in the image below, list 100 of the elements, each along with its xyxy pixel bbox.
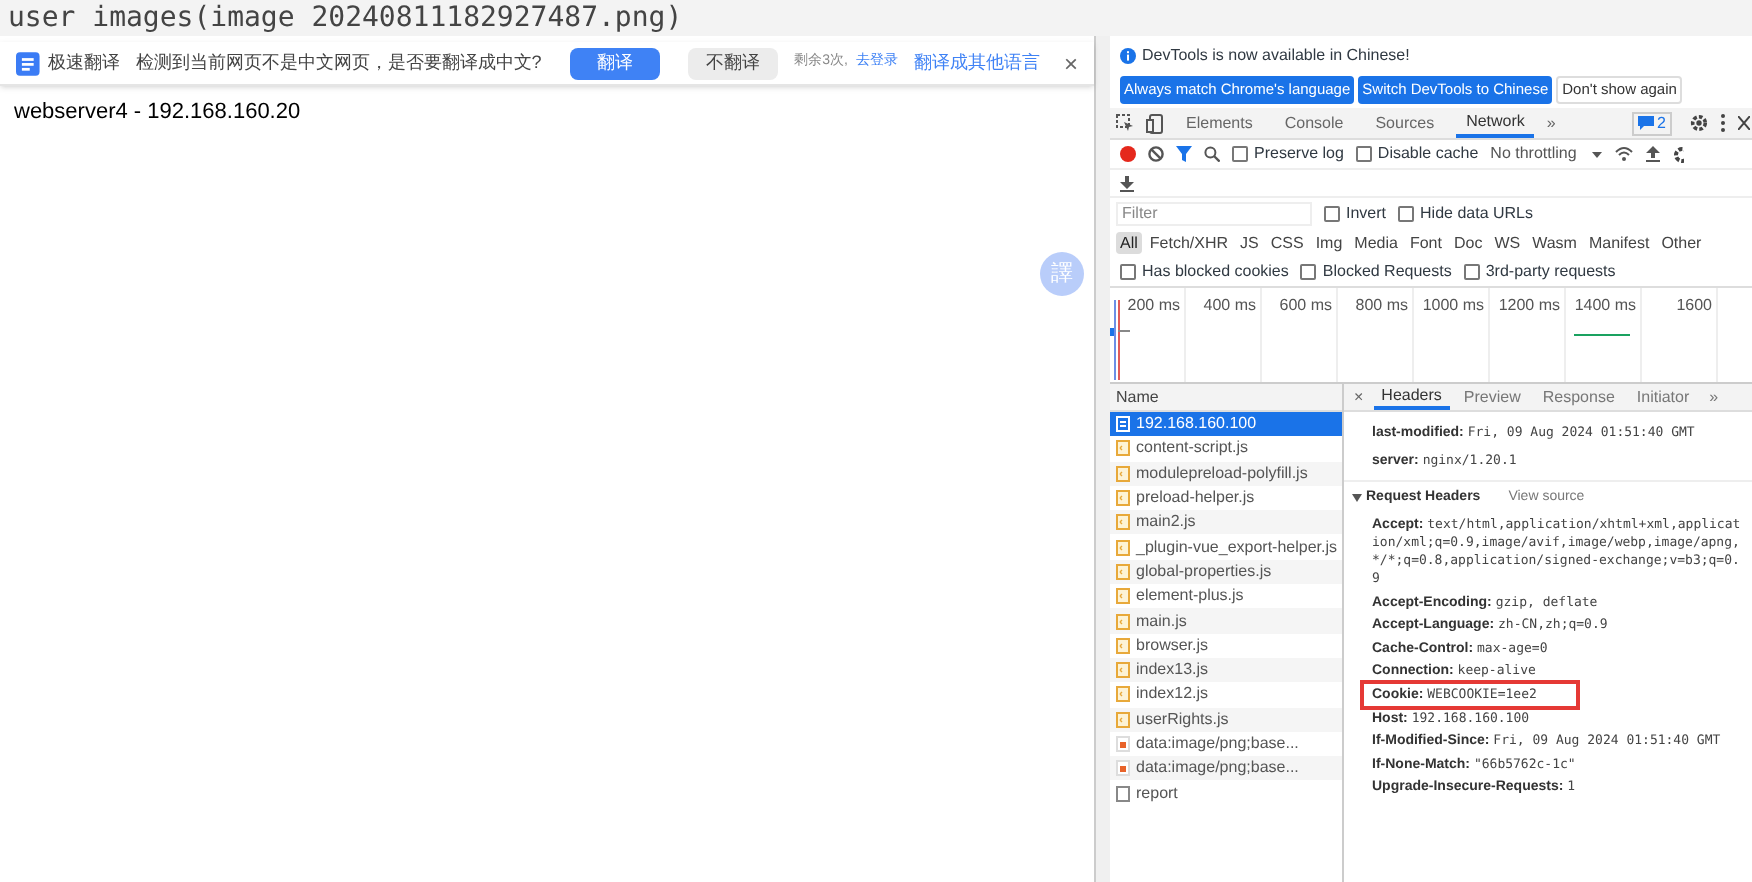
script-file-icon: [1116, 613, 1130, 630]
script-file-icon: [1116, 662, 1130, 679]
script-file-icon: [1116, 711, 1130, 728]
timeline-tick: 200 ms: [1127, 296, 1180, 314]
checkbox-label: Invert: [1346, 201, 1387, 225]
document-icon: [1116, 416, 1130, 433]
script-file-icon: [1116, 465, 1130, 482]
script-file-icon: [1116, 686, 1130, 703]
request-row[interactable]: userRights.js: [1110, 707, 1342, 732]
brand-name: 极速翻译: [47, 49, 120, 76]
detail-tab[interactable]: Initiator: [1628, 384, 1698, 410]
type-filter[interactable]: Img: [1311, 232, 1347, 254]
type-filter[interactable]: Doc: [1449, 232, 1487, 254]
filter-icon[interactable]: [1176, 146, 1192, 162]
search-icon[interactable]: [1204, 146, 1220, 162]
timeline-bar: [1574, 334, 1630, 336]
page-text: webserver4 - 192.168.160.20: [12, 98, 303, 128]
message-icon: [1637, 116, 1654, 130]
notice-message: DevTools is now available in Chinese!: [1142, 44, 1410, 68]
record-icon[interactable]: [1120, 146, 1136, 162]
info-icon: [1120, 48, 1136, 64]
checkbox-label: Blocked Requests: [1322, 260, 1452, 284]
clear-icon[interactable]: [1148, 146, 1164, 162]
filter-field[interactable]: Filter: [1116, 201, 1312, 225]
close-button[interactable]: ×: [1063, 45, 1078, 81]
script-file-icon: [1116, 440, 1130, 457]
request-row[interactable]: main2.js: [1110, 510, 1342, 535]
checkbox-label: Disable cache: [1377, 142, 1479, 166]
panel-tab[interactable]: Elements: [1176, 108, 1263, 138]
request-row[interactable]: data:image/png;base...: [1110, 756, 1342, 781]
detail-tab[interactable]: Preview: [1455, 384, 1529, 410]
script-file-icon: [1116, 588, 1130, 605]
checkbox-label: Hide data URLs: [1420, 201, 1533, 225]
type-filter[interactable]: Manifest: [1584, 232, 1654, 254]
column-header: Name: [1110, 384, 1342, 412]
timeline-tick: 800 ms: [1355, 296, 1408, 314]
checkbox[interactable]: [1232, 146, 1248, 162]
script-file-icon: [1116, 637, 1130, 654]
timeline-tick: 400 ms: [1203, 296, 1256, 314]
caption-text: user images(image 20240811182927487.png): [6, 0, 683, 36]
other-languages-link[interactable]: 翻译成其他语言: [913, 49, 1040, 77]
timeline-tick: 1400 ms: [1574, 296, 1636, 314]
issues-button[interactable]: 2: [1631, 111, 1672, 135]
close-icon[interactable]: [1738, 116, 1750, 130]
type-filter[interactable]: Wasm: [1528, 232, 1581, 254]
request-row[interactable]: element-plus.js: [1110, 584, 1342, 609]
device-icon[interactable]: [1146, 113, 1164, 133]
download-icon[interactable]: [1120, 175, 1134, 191]
checkbox[interactable]: [1300, 264, 1317, 280]
timeline-tick: 600 ms: [1279, 296, 1332, 314]
script-file-icon: [1116, 490, 1130, 507]
checkbox[interactable]: [1355, 146, 1372, 162]
timeline-tick: 1000 ms: [1422, 296, 1484, 314]
type-filter[interactable]: Fetch/XHR: [1145, 232, 1233, 254]
script-file-icon: [1116, 514, 1130, 531]
panel-tab[interactable]: Network: [1456, 108, 1535, 138]
checkbox[interactable]: [1324, 205, 1340, 221]
detail-tab[interactable]: Response: [1534, 384, 1623, 410]
script-file-icon: [1116, 539, 1130, 556]
caret-icon: [1592, 151, 1603, 157]
request-row[interactable]: modulepreload-polyfill.js: [1110, 461, 1342, 486]
checkbox[interactable]: [1120, 264, 1136, 280]
request-row[interactable]: _plugin-vue_export-helper.js: [1110, 534, 1342, 560]
type-filter[interactable]: All: [1116, 232, 1142, 254]
type-filter[interactable]: JS: [1236, 232, 1263, 254]
timeline-overview-drawing: [1110, 300, 1130, 380]
more-icon[interactable]: [1720, 114, 1726, 132]
translate-button[interactable]: 不翻译: [687, 47, 779, 79]
translate-icon: [16, 51, 40, 75]
request-row[interactable]: index13.js: [1110, 657, 1342, 683]
inspect-icon[interactable]: [1116, 114, 1134, 132]
translate-button[interactable]: 翻译: [569, 47, 660, 79]
more-tabs-button[interactable]: »: [1703, 384, 1725, 410]
type-filter[interactable]: WS: [1490, 232, 1525, 254]
type-filter[interactable]: Other: [1657, 232, 1706, 254]
request-row[interactable]: main.js: [1110, 608, 1342, 634]
close-button[interactable]: ×: [1350, 384, 1368, 410]
checkbox-label: 3rd-party requests: [1485, 260, 1616, 284]
translate-message: 检测到当前网页不是中文网页，是否要翻译成中文?: [135, 49, 542, 76]
more-tabs-button[interactable]: »: [1546, 108, 1556, 138]
upload-icon[interactable]: [1646, 146, 1661, 162]
request-row[interactable]: global-properties.js: [1110, 559, 1342, 585]
panel-tab[interactable]: Console: [1274, 108, 1354, 138]
script-file-icon: [1116, 563, 1130, 580]
checkbox-label: Preserve log: [1254, 142, 1344, 166]
checkbox-label: Has blocked cookies: [1142, 260, 1289, 284]
detail-tab[interactable]: Headers: [1373, 384, 1450, 410]
request-row[interactable]: browser.js: [1110, 633, 1342, 658]
wifi-settings-icon[interactable]: [1614, 146, 1635, 162]
timeline-tick: 1200 ms: [1498, 296, 1560, 314]
type-filter[interactable]: Font: [1405, 232, 1446, 254]
throttling-dropdown[interactable]: No throttling: [1490, 142, 1603, 166]
type-filter[interactable]: Media: [1350, 232, 1402, 254]
timeline-tick: 1600: [1676, 296, 1712, 314]
checkbox[interactable]: [1398, 205, 1415, 221]
file-icon: [1116, 785, 1130, 802]
checkbox[interactable]: [1463, 264, 1480, 280]
request-row[interactable]: 192.168.160.100: [1110, 412, 1342, 437]
type-filter[interactable]: CSS: [1266, 232, 1308, 254]
panel-tab[interactable]: Sources: [1365, 108, 1445, 138]
